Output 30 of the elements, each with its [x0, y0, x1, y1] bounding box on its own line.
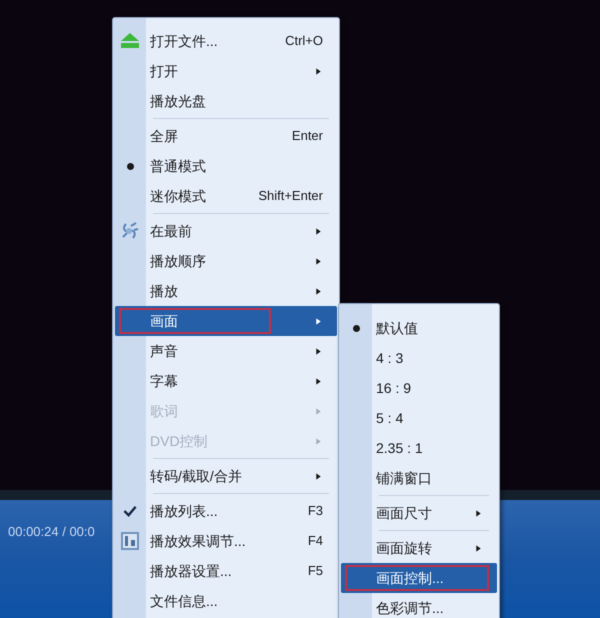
menu-item[interactable]: 画面尺寸 [341, 498, 497, 528]
menu-item[interactable]: 打开文件... Ctrl+O [115, 26, 337, 56]
menu-item[interactable]: 2.35 : 1 [341, 433, 497, 463]
menu-item[interactable]: 播放光盘 [115, 86, 337, 116]
menu-item[interactable]: 全屏 Enter [115, 121, 337, 151]
menu-item[interactable]: 铺满窗口 [341, 463, 497, 493]
menu-item[interactable]: 播放器设置... F5 [115, 556, 337, 586]
menu-item[interactable]: 默认值 [341, 313, 497, 343]
menu-item[interactable]: 播放列表... F3 [115, 496, 337, 526]
panel-icon [120, 531, 140, 551]
menu-item[interactable]: 画面控制... [341, 563, 497, 593]
menu-item[interactable]: 5 : 4 [341, 403, 497, 433]
menu-item[interactable]: 字幕 [115, 366, 337, 396]
menu-item[interactable]: 播放 [115, 276, 337, 306]
menu-item[interactable]: 播放效果调节... F4 [115, 526, 337, 556]
time-display: 00:00:24 / 00:0 [8, 523, 95, 541]
menu-item[interactable]: 转码/截取/合并 [115, 461, 337, 491]
menu-item[interactable]: 文件信息... [115, 586, 337, 616]
menu-item[interactable]: 打开 [115, 56, 337, 86]
menu-item[interactable]: 画面 [115, 306, 337, 336]
eject-icon [120, 31, 140, 51]
menu-item[interactable]: 4 : 3 [341, 343, 497, 373]
menu-item[interactable]: 迷你模式 Shift+Enter [115, 181, 337, 211]
menu-item[interactable]: 普通模式 [115, 151, 337, 181]
menu-item[interactable]: 色彩调节... [341, 593, 497, 618]
menu-item[interactable]: 声音 [115, 336, 337, 366]
menu-item[interactable]: 在最前 [115, 216, 337, 246]
menu-item[interactable]: 16 : 9 [341, 373, 497, 403]
menu-item[interactable]: 画面旋转 [341, 533, 497, 563]
menu-item[interactable]: 播放顺序 [115, 246, 337, 276]
